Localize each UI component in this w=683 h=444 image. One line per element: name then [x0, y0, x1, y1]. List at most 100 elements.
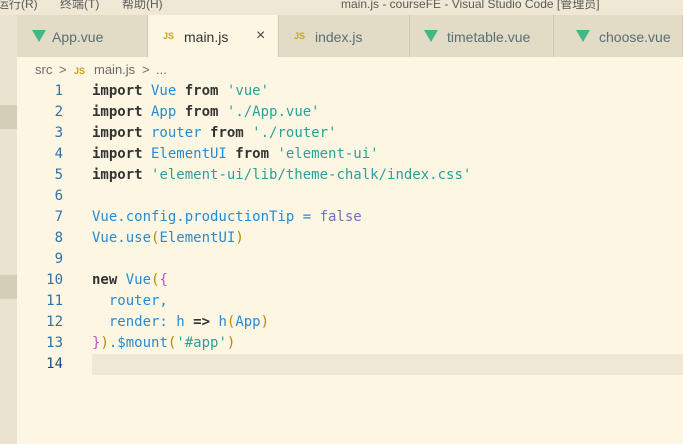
breadcrumb-symbols[interactable]: ...: [156, 57, 167, 83]
line-number: 1: [54, 83, 63, 99]
line-number: 8: [54, 230, 63, 246]
code-line[interactable]: 13 }).$mount('#app'): [17, 333, 683, 354]
code-token: {: [159, 272, 168, 288]
tab-main-js[interactable]: JS main.js ×: [148, 15, 279, 57]
code-token: 'element-ui': [277, 146, 379, 162]
code-line[interactable]: 6: [17, 186, 683, 207]
code-token: import: [92, 83, 143, 99]
code-token: =>: [193, 314, 211, 330]
vue-icon: [576, 30, 590, 42]
line-number: 12: [46, 314, 63, 330]
code-token: import: [92, 167, 143, 183]
vue-icon: [424, 30, 438, 42]
tab-label: choose.vue: [599, 29, 671, 45]
tab-label: timetable.vue: [447, 29, 531, 45]
breadcrumb-folder[interactable]: src: [35, 57, 52, 83]
tab-app-vue[interactable]: App.vue: [17, 15, 148, 57]
code-token: router: [142, 125, 211, 141]
breadcrumb-file[interactable]: main.js: [94, 57, 135, 83]
menu-help[interactable]: 帮助(H): [122, 0, 163, 10]
breadcrumb: src > JS main.js > ...: [17, 57, 683, 83]
code-token: ): [100, 335, 109, 351]
editor-tab-bar: App.vue JS main.js × JS index.js timetab…: [17, 15, 683, 57]
line-number: 9: [54, 251, 63, 267]
line-number: 10: [46, 272, 63, 288]
code-token: ): [226, 335, 236, 351]
code-line[interactable]: 5 import 'element-ui/lib/theme-chalk/inde…: [17, 165, 683, 186]
line-number: 4: [54, 146, 63, 162]
code-token: from: [235, 146, 270, 162]
code-text: new Vue({: [92, 270, 168, 291]
code-token: false: [319, 209, 362, 225]
tab-label: index.js: [315, 29, 363, 45]
vue-icon: [32, 30, 46, 42]
code-line[interactable]: 11 router,: [17, 291, 683, 312]
code-token: h: [210, 314, 227, 330]
tab-timetable-vue[interactable]: timetable.vue: [410, 15, 554, 57]
code-line[interactable]: 9: [17, 249, 683, 270]
code-token: import: [92, 104, 143, 120]
line-number: 14: [46, 356, 63, 372]
chevron-right-icon: >: [59, 62, 67, 77]
line-number: 2: [54, 104, 63, 120]
code-token: import: [92, 125, 143, 141]
code-line[interactable]: 1 import Vue from 'vue': [17, 81, 683, 102]
window-title: main.js - courseFE - Visual Studio Code …: [341, 0, 600, 11]
code-text: import router from './router': [92, 123, 336, 144]
code-text: import ElementUI from 'element-ui': [92, 144, 379, 165]
tab-label: main.js: [184, 29, 229, 45]
code-text: }).$mount('#app'): [92, 333, 235, 354]
code-token: Vue.config.productionTip =: [92, 209, 320, 225]
code-token: Vue.use: [92, 230, 152, 246]
code-token: ): [260, 314, 270, 330]
line-number: 6: [54, 188, 63, 204]
code-token: './router': [252, 125, 337, 141]
code-editor[interactable]: 1 import Vue from 'vue' 2 import App from '…: [17, 83, 683, 444]
code-text: Vue.config.productionTip = false: [92, 207, 362, 228]
code-line[interactable]: 8 Vue.use(ElementUI): [17, 228, 683, 249]
menu-run[interactable]: 运行(R): [0, 0, 38, 10]
code-token: ): [235, 230, 244, 246]
code-line[interactable]: 4 import ElementUI from 'element-ui': [17, 144, 683, 165]
code-line[interactable]: 3 import router from './router': [17, 123, 683, 144]
code-token: from: [184, 83, 219, 99]
line-number: 11: [46, 293, 63, 309]
code-token: App: [235, 314, 261, 330]
code-token: App: [142, 104, 185, 120]
close-icon[interactable]: ×: [256, 27, 265, 45]
code-token: './App.vue': [226, 104, 320, 120]
activity-bar-item[interactable]: [0, 275, 17, 299]
code-text: router,: [92, 291, 168, 312]
line-number: 3: [54, 125, 63, 141]
code-token: router,: [92, 293, 168, 309]
code-token: render: h: [92, 314, 194, 330]
code-token: ElementUI: [159, 230, 236, 246]
line-number: 5: [54, 167, 63, 183]
code-token: from: [210, 125, 244, 141]
code-token: Vue: [117, 272, 152, 288]
menu-terminal[interactable]: 终端(T): [60, 0, 99, 10]
js-icon: JS: [294, 31, 306, 41]
code-token: '#app': [176, 335, 227, 351]
code-token: from: [184, 104, 219, 120]
js-icon: JS: [163, 31, 175, 41]
tab-label: App.vue: [52, 29, 104, 45]
code-line[interactable]: 12 render: h => h(App): [17, 312, 683, 333]
code-line[interactable]: 7 Vue.config.productionTip = false: [17, 207, 683, 228]
current-line[interactable]: 14: [17, 354, 683, 375]
line-number: 13: [46, 335, 63, 351]
tab-index-js[interactable]: JS index.js: [279, 15, 410, 57]
title-bar: 运行(R) 终端(T) 帮助(H) main.js - courseFE - V…: [0, 0, 683, 15]
code-text: render: h => h(App): [92, 312, 269, 333]
activity-bar: [0, 15, 17, 444]
activity-bar-selected-item[interactable]: [0, 105, 17, 129]
code-token: 'element-ui/lib/theme-chalk/index.css': [151, 167, 472, 183]
code-line[interactable]: 2 import App from './App.vue': [17, 102, 683, 123]
current-line-highlight: [92, 354, 683, 375]
tab-choose-vue[interactable]: choose.vue: [554, 15, 683, 57]
code-line[interactable]: 10 new Vue({: [17, 270, 683, 291]
line-number: 7: [54, 209, 63, 225]
